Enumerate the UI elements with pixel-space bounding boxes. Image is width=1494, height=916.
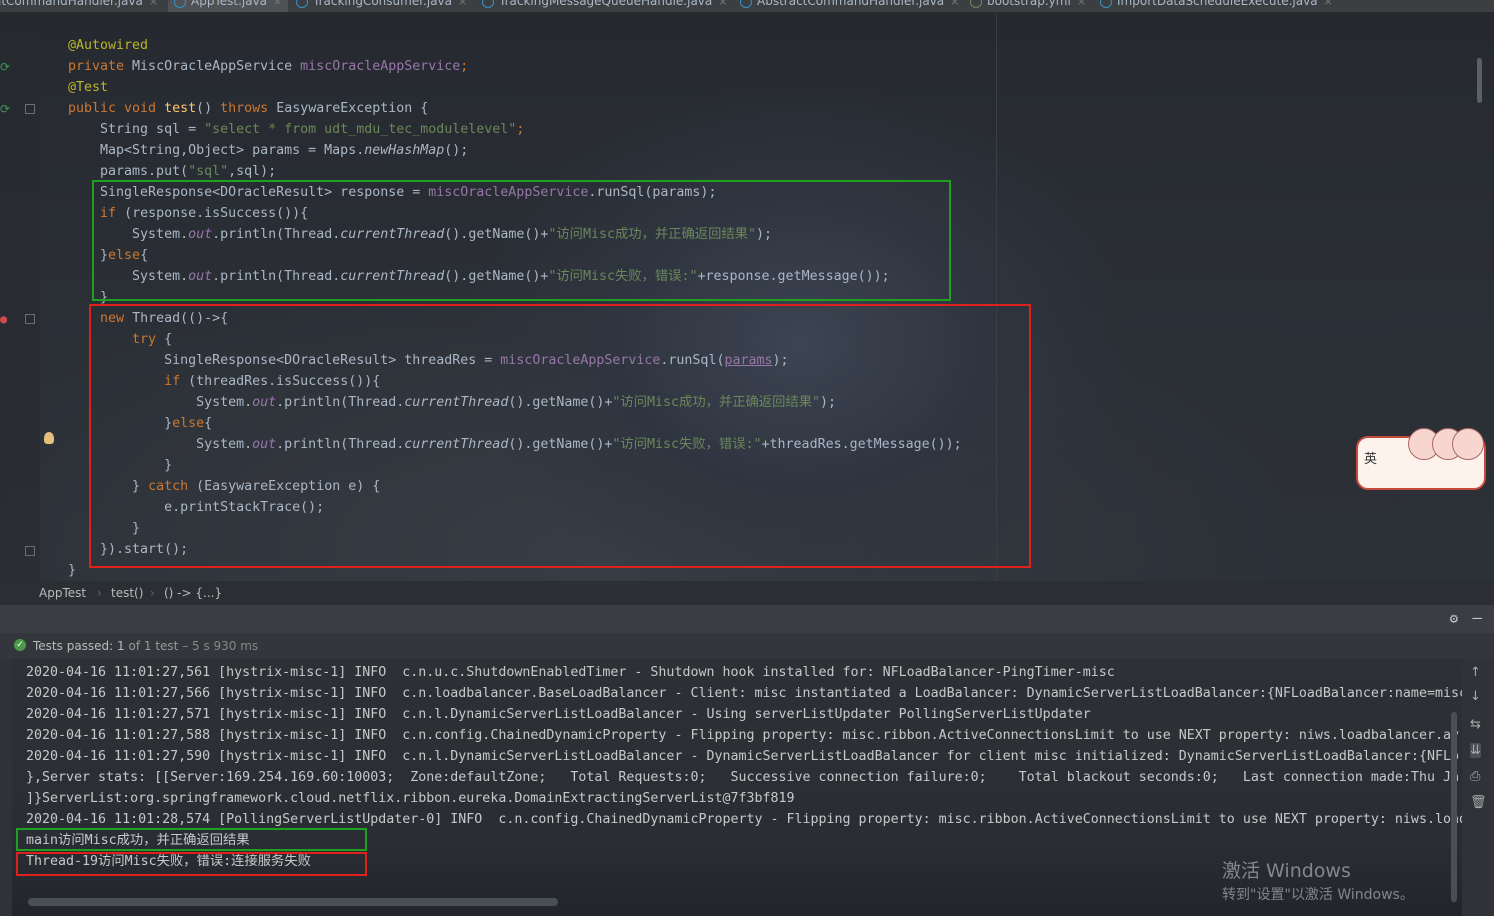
code-line: public void test() throws EasywareExcept…: [68, 101, 429, 116]
windows-activation-subtitle: 转到"设置"以激活 Windows。: [1222, 887, 1414, 903]
console-line: 2020-04-16 11:01:27,588 [hystrix-misc-1]…: [26, 728, 1459, 743]
arrow-down-icon[interactable]: ↓: [1470, 689, 1481, 704]
tab-item[interactable]: bootstrap.yml ×: [970, 0, 1086, 12]
tab-label: AppTest.java: [191, 0, 268, 8]
windows-activation-title: 激活 Windows: [1222, 860, 1351, 882]
tab-item[interactable]: TrackingConsumer.java ×: [296, 0, 467, 12]
breadcrumb: AppTest › test() › () -> {...}: [0, 581, 1494, 605]
console-line: ]}ServerList:org.springframework.cloud.n…: [26, 791, 795, 806]
fold-icon[interactable]: [25, 314, 35, 324]
highlight-box-red: [16, 852, 367, 876]
code-line: params.put("sql",sql);: [68, 164, 277, 179]
tab-label: bootstrap.yml: [987, 0, 1071, 8]
close-icon[interactable]: ×: [1324, 0, 1333, 8]
java-class-icon: [740, 0, 752, 8]
console-line: 2020-04-16 11:01:27,571 [hystrix-misc-1]…: [26, 707, 1091, 722]
code-line: }: [68, 563, 77, 578]
lightbulb-icon[interactable]: [44, 432, 54, 444]
tab-label: AbstractCommandHandler.java: [757, 0, 945, 8]
tab-item-active[interactable]: AppTest.java ×: [168, 0, 289, 12]
console-left-strip: [0, 659, 12, 916]
run-panel-header: ⚙ —: [0, 605, 1494, 633]
code-line: Map<String,Object> params = Maps.newHash…: [68, 143, 469, 158]
arrow-up-icon[interactable]: ↑: [1470, 665, 1481, 680]
editor-tab-bar: itCommandHandler.java × AppTest.java × Tra…: [0, 0, 1494, 13]
highlight-box-green: [92, 180, 951, 301]
java-class-icon: [296, 0, 308, 8]
editor-scrollbar[interactable]: [1477, 58, 1482, 103]
ime-language-label: 英: [1364, 452, 1378, 467]
print-icon[interactable]: ⎙: [1470, 769, 1480, 784]
console-scrollbar[interactable]: [1451, 712, 1457, 902]
code-line: private MiscOracleAppService miscOracleA…: [68, 59, 469, 74]
breadcrumb-separator: ›: [97, 586, 102, 600]
java-class-icon: [174, 0, 186, 8]
tab-label: ImportDataScheduleExecute.java: [1117, 0, 1318, 8]
breadcrumb-lambda[interactable]: () -> {...}: [164, 581, 222, 605]
breadcrumb-separator: ›: [150, 586, 155, 600]
code-editor[interactable]: ⟳ ⟳ ● @Autowired private MiscOracleAppSe…: [0, 13, 1494, 581]
close-icon[interactable]: ×: [718, 0, 727, 8]
highlight-box-green: [16, 828, 367, 851]
soft-wrap-icon[interactable]: ⇆: [1470, 717, 1481, 732]
close-icon[interactable]: ×: [149, 0, 158, 8]
gear-icon[interactable]: ⚙: [1450, 611, 1458, 627]
close-icon[interactable]: ×: [458, 0, 467, 8]
console-line: 2020-04-16 11:01:27,566 [hystrix-misc-1]…: [26, 686, 1462, 701]
breakpoint-icon[interactable]: ●: [0, 312, 7, 326]
close-icon[interactable]: ×: [1077, 0, 1086, 8]
check-icon: ✓: [14, 639, 26, 651]
code-line: @Test: [68, 80, 109, 95]
minimize-icon[interactable]: —: [1472, 608, 1482, 627]
pig-mascot-icon: [1452, 428, 1484, 460]
run-test-gutter-icon[interactable]: ⟳: [0, 102, 10, 116]
console-toolbar: ↑ ↓ ⇆ ⇊ ⎙ 🗑: [1462, 659, 1494, 916]
close-icon[interactable]: ×: [950, 0, 959, 8]
console-horizontal-scrollbar[interactable]: [28, 898, 558, 906]
yaml-file-icon: [970, 0, 982, 8]
breadcrumb-class[interactable]: AppTest: [39, 581, 86, 605]
console-line: },Server stats: [[Server:169.254.169.60:…: [26, 770, 1459, 785]
console-line: 2020-04-16 11:01:27,590 [hystrix-misc-1]…: [26, 749, 1459, 764]
scroll-to-end-icon[interactable]: ⇊: [1470, 743, 1481, 758]
ime-status-widget[interactable]: 英: [1356, 428, 1486, 490]
tab-item[interactable]: TrackingMessageQueueHandle.java ×: [482, 0, 727, 12]
tab-label: TrackingMessageQueueHandle.java: [499, 0, 713, 8]
fold-icon[interactable]: [25, 546, 35, 556]
close-icon[interactable]: ×: [273, 0, 282, 8]
console-line: 2020-04-16 11:01:28,574 [PollingServerLi…: [26, 812, 1462, 827]
tab-item[interactable]: AbstractCommandHandler.java ×: [740, 0, 959, 12]
code-line: @Autowired: [68, 38, 149, 53]
test-status-bar: ✓ Tests passed: 1 of 1 test – 5 s 930 ms: [0, 633, 1494, 659]
breadcrumb-method[interactable]: test(): [111, 581, 143, 605]
code-line: String sql = "select * from udt_mdu_tec_…: [68, 122, 525, 137]
run-gutter-icon[interactable]: ⟳: [0, 60, 10, 74]
tab-label: itCommandHandler.java: [0, 0, 143, 8]
highlight-box-red: [89, 304, 1031, 568]
fold-icon[interactable]: [25, 104, 35, 114]
test-status-text: Tests passed: 1 of 1 test – 5 s 930 ms: [33, 639, 259, 653]
console-line: 2020-04-16 11:01:27,561 [hystrix-misc-1]…: [26, 665, 1115, 680]
java-class-icon: [1100, 0, 1112, 8]
trash-icon[interactable]: 🗑: [1470, 795, 1487, 810]
tab-label: TrackingConsumer.java: [313, 0, 453, 8]
tab-item[interactable]: ImportDataScheduleExecute.java ×: [1100, 0, 1333, 12]
tab-item[interactable]: itCommandHandler.java ×: [0, 0, 158, 12]
java-class-icon: [482, 0, 494, 8]
editor-gutter[interactable]: [0, 13, 40, 581]
